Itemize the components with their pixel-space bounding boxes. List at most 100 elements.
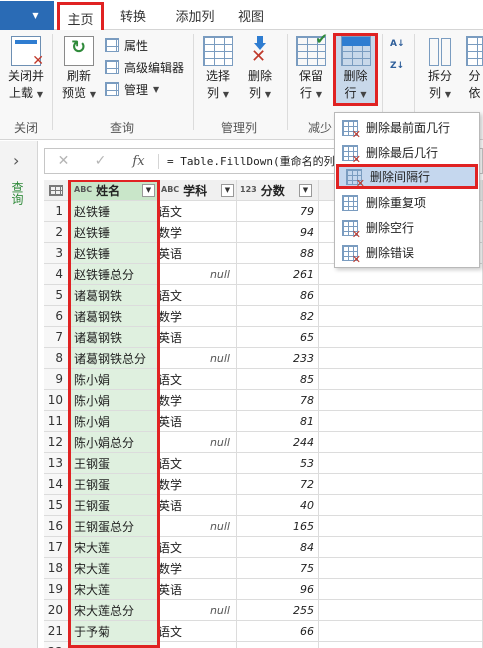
cell-score[interactable]: 86: [237, 285, 319, 306]
cell-name[interactable]: 王钢蛋: [69, 495, 158, 516]
tab-view[interactable]: 视图: [230, 0, 272, 30]
table-row[interactable]: 10 陈小娟 数学 78: [44, 390, 483, 411]
cell-subject[interactable]: [158, 642, 237, 648]
table-row[interactable]: 18 宋大莲 数学 75: [44, 558, 483, 579]
cell-subject[interactable]: null: [158, 516, 237, 537]
table-row[interactable]: 14 王钢蛋 数学 72: [44, 474, 483, 495]
advanced-editor-button[interactable]: 高级编辑器: [105, 57, 184, 77]
table-row[interactable]: 21 于予菊 语文 66: [44, 621, 483, 642]
cell-score[interactable]: [237, 642, 319, 648]
table-row[interactable]: 8 诸葛钢铁总分 null 233: [44, 348, 483, 369]
cell-name[interactable]: 陈小娟: [69, 369, 158, 390]
cell-score[interactable]: 53: [237, 453, 319, 474]
cell-subject[interactable]: 英语: [158, 327, 237, 348]
table-row[interactable]: 20 宋大莲总分 null 255: [44, 600, 483, 621]
cell-score[interactable]: 79: [237, 201, 319, 222]
cell-score[interactable]: 85: [237, 369, 319, 390]
cell-name[interactable]: 宋大莲总分: [69, 600, 158, 621]
row-index[interactable]: 1: [44, 201, 69, 222]
properties-button[interactable]: 属性: [105, 35, 148, 55]
row-index[interactable]: 8: [44, 348, 69, 369]
row-index[interactable]: 7: [44, 327, 69, 348]
cell-score[interactable]: 82: [237, 306, 319, 327]
cell-score[interactable]: 65: [237, 327, 319, 348]
row-index[interactable]: 18: [44, 558, 69, 579]
group-by-button[interactable]: 分 依: [466, 32, 483, 102]
cell-name[interactable]: 于予菊: [69, 621, 158, 642]
commit-formula-icon[interactable]: ✓: [82, 153, 119, 169]
menu-item-remove-duplicates[interactable]: 删除重复项: [335, 190, 479, 215]
row-index[interactable]: 6: [44, 306, 69, 327]
row-index[interactable]: 15: [44, 495, 69, 516]
file-menu-button[interactable]: ▼: [0, 1, 73, 201]
cell-name[interactable]: 王钢蛋: [69, 453, 158, 474]
cell-subject[interactable]: 语文: [158, 201, 237, 222]
cell-score[interactable]: 96: [237, 579, 319, 600]
table-row[interactable]: 9 陈小娟 语文 85: [44, 369, 483, 390]
cell-score[interactable]: 88: [237, 243, 319, 264]
cell-score[interactable]: 233: [237, 348, 319, 369]
table-row[interactable]: 15 王钢蛋 英语 40: [44, 495, 483, 516]
fx-icon[interactable]: fx: [119, 153, 159, 169]
column-header-name[interactable]: ABC 姓名 ▼: [69, 180, 158, 201]
cell-subject[interactable]: 英语: [158, 243, 237, 264]
menu-item-remove-errors[interactable]: 删除错误: [335, 240, 479, 266]
cell-name[interactable]: 宋大莲: [69, 558, 158, 579]
cell-subject[interactable]: 语文: [158, 369, 237, 390]
row-index[interactable]: 11: [44, 411, 69, 432]
menu-item-remove-bottom-rows[interactable]: 删除最后几行: [335, 140, 479, 166]
row-index[interactable]: 14: [44, 474, 69, 495]
row-index[interactable]: 2: [44, 222, 69, 243]
filter-dropdown-icon[interactable]: ▼: [142, 183, 155, 197]
cell-name[interactable]: 诸葛钢铁总分: [69, 348, 158, 369]
table-row[interactable]: 11 陈小娟 英语 81: [44, 411, 483, 432]
cell-score[interactable]: 75: [237, 558, 319, 579]
cell-name[interactable]: 王钢蛋: [69, 474, 158, 495]
row-index[interactable]: 17: [44, 537, 69, 558]
filter-dropdown-icon[interactable]: ▼: [221, 183, 234, 197]
cell-score[interactable]: 261: [237, 264, 319, 285]
menu-item-remove-top-rows[interactable]: 删除最前面几行: [335, 115, 479, 141]
cell-score[interactable]: 40: [237, 495, 319, 516]
formula-input[interactable]: = Table.FillDown(重命名的列: [159, 153, 335, 169]
cell-subject[interactable]: 数学: [158, 558, 237, 579]
keep-rows-button[interactable]: 保留 行 ▼: [291, 31, 331, 103]
table-row[interactable]: 12 陈小娟总分 null 244: [44, 432, 483, 453]
cell-subject[interactable]: 数学: [158, 390, 237, 411]
table-row[interactable]: 22于予菊: [44, 642, 483, 648]
cell-score[interactable]: 72: [237, 474, 319, 495]
cell-score[interactable]: 94: [237, 222, 319, 243]
table-row[interactable]: 19 宋大莲 英语 96: [44, 579, 483, 600]
split-column-button[interactable]: 拆分 列 ▼: [420, 32, 460, 103]
cell-subject[interactable]: 英语: [158, 411, 237, 432]
cell-name[interactable]: 陈小娟总分: [69, 432, 158, 453]
table-row[interactable]: 6 诸葛钢铁 数学 82: [44, 306, 483, 327]
menu-item-remove-blank-rows[interactable]: 删除空行: [335, 215, 479, 241]
cell-subject[interactable]: 语文: [158, 537, 237, 558]
table-row[interactable]: 5 诸葛钢铁 语文 86: [44, 285, 483, 306]
table-row[interactable]: 13 王钢蛋 语文 53: [44, 453, 483, 474]
cell-subject[interactable]: 语文: [158, 285, 237, 306]
cell-subject[interactable]: 数学: [158, 222, 237, 243]
cell-name[interactable]: 陈小娟: [69, 411, 158, 432]
cell-subject[interactable]: null: [158, 600, 237, 621]
cell-name[interactable]: 宋大莲: [69, 579, 158, 600]
cell-name[interactable]: 赵铁锤: [69, 243, 158, 264]
cell-subject[interactable]: 语文: [158, 453, 237, 474]
cell-name[interactable]: 诸葛钢铁: [69, 306, 158, 327]
remove-columns-button[interactable]: ✕ 删除 列 ▼: [240, 32, 280, 103]
expand-pane-icon[interactable]: ›: [13, 151, 19, 170]
filter-dropdown-icon[interactable]: ▼: [299, 183, 312, 197]
table-corner-menu[interactable]: [44, 180, 69, 201]
cell-name[interactable]: 诸葛钢铁: [69, 327, 158, 348]
cell-subject[interactable]: null: [158, 348, 237, 369]
cell-subject[interactable]: null: [158, 264, 237, 285]
row-index[interactable]: 9: [44, 369, 69, 390]
row-index[interactable]: 12: [44, 432, 69, 453]
row-index[interactable]: 19: [44, 579, 69, 600]
cell-subject[interactable]: 英语: [158, 579, 237, 600]
column-header-subject[interactable]: ABC 学科 ▼: [158, 180, 237, 201]
cell-name[interactable]: 赵铁锤: [69, 222, 158, 243]
row-index[interactable]: 22: [44, 642, 69, 648]
remove-rows-button[interactable]: 删除 行 ▼: [336, 32, 375, 103]
